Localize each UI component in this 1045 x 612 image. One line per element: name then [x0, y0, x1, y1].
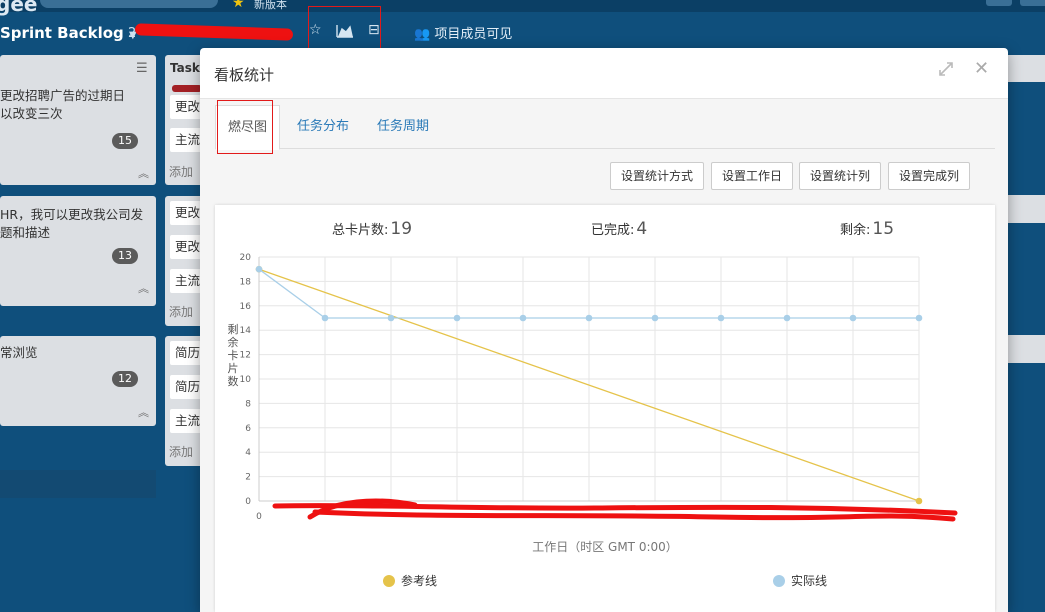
kanban-column: ☰ 更改招聘广告的过期日 以改变三次 15 ︽: [0, 55, 156, 185]
x-tick-label: 0: [256, 512, 262, 522]
burndown-chart-panel: 总卡片数: 19 已完成: 4 剩余: 15 0 2 4 6 8 10 12 14 16 18 20 0 剩…: [215, 205, 995, 612]
collapse-icon[interactable]: ︽: [138, 404, 149, 420]
data-point-actual: [717, 314, 725, 322]
y-tick-label: 0: [245, 497, 251, 507]
column-gap: [1008, 82, 1045, 195]
new-version-label[interactable]: 新版本: [254, 0, 287, 12]
data-point-actual: [849, 314, 857, 322]
card-title[interactable]: HR，我可以更改我公司发 题和描述: [0, 206, 143, 242]
stats-modal: 看板统计 ✕ 燃尽图 任务分布 任务周期 设置统计方式 设置工作日 设置统计列 …: [200, 48, 1008, 612]
data-point-actual: [321, 314, 329, 322]
kanban-column-task: Task 更改 主流 添加: [165, 55, 210, 185]
y-axis-label-char: 卡: [228, 349, 239, 362]
column-gap: [1008, 223, 1045, 335]
y-tick-label: 14: [240, 326, 252, 336]
legend-actual-label: 实际线: [791, 574, 828, 588]
set-stat-column-button[interactable]: 设置统计列: [799, 162, 882, 190]
redaction-mark: [134, 23, 294, 41]
data-point-reference: [915, 497, 923, 505]
collapse-icon[interactable]: ︽: [138, 165, 149, 181]
tab-task-cycle[interactable]: 任务周期: [365, 105, 441, 149]
app-logo[interactable]: gee: [0, 0, 37, 16]
close-icon[interactable]: ✕: [974, 58, 989, 79]
board-title[interactable]: Sprint Backlog ▼: [0, 24, 137, 42]
tab-bar: 燃尽图 任务分布 任务周期: [215, 105, 995, 150]
member-visibility[interactable]: 👥 项目成员可见: [414, 23, 512, 42]
expand-icon[interactable]: [937, 60, 955, 78]
data-point-actual: [651, 314, 659, 322]
kanban-column-task: 更改 更改 主流 添加: [165, 196, 210, 326]
board-title-label: Sprint Backlog: [0, 24, 124, 42]
column-gap: [1008, 363, 1045, 612]
y-axis-label-char: 剩: [228, 323, 239, 336]
card-count-badge: 12: [112, 371, 138, 387]
top-right-button[interactable]: [986, 0, 1012, 6]
y-tick-label: 2: [245, 473, 251, 483]
legend-reference-label: 参考线: [401, 574, 438, 588]
kanban-column-task: 简历 简历 主流 添加: [165, 336, 210, 466]
data-point-actual: [387, 314, 395, 322]
legend-reference-swatch: [383, 575, 395, 587]
column-color-bar: [172, 85, 202, 92]
new-version-star-icon: ★: [232, 0, 245, 11]
data-point-actual: [585, 314, 593, 322]
card-count-badge: 15: [112, 133, 138, 149]
y-tick-label: 4: [245, 448, 251, 458]
set-stat-method-button[interactable]: 设置统计方式: [610, 162, 705, 190]
y-tick-label: 20: [240, 253, 252, 263]
kanban-column: HR，我可以更改我公司发 题和描述 13 ︽: [0, 196, 156, 306]
legend-actual-swatch: [773, 575, 785, 587]
data-point-actual: [453, 314, 461, 322]
menu-icon[interactable]: ☰: [136, 61, 148, 76]
y-axis-label-char: 片: [228, 362, 239, 375]
column-header: Task: [170, 61, 200, 75]
set-done-column-button[interactable]: 设置完成列: [888, 162, 971, 190]
search-input[interactable]: [40, 0, 218, 8]
collapse-icon[interactable]: ︽: [138, 280, 149, 296]
highlight-box-tab: [217, 100, 273, 154]
users-icon: 👥: [414, 27, 431, 42]
legend-actual[interactable]: 实际线: [773, 572, 827, 589]
y-tick-label: 12: [240, 351, 251, 361]
redaction-mark: [312, 509, 956, 522]
y-axis-label-char: 数: [228, 375, 239, 388]
y-tick-label: 10: [240, 375, 252, 385]
legend-reference[interactable]: 参考线: [383, 572, 437, 589]
top-right-user-button[interactable]: [1020, 0, 1045, 6]
data-point-actual: [255, 265, 263, 273]
data-point-actual: [783, 314, 791, 322]
column-footer: [0, 470, 156, 498]
add-card-button[interactable]: 添加: [169, 303, 193, 320]
y-tick-label: 18: [240, 277, 252, 287]
set-workday-button[interactable]: 设置工作日: [711, 162, 794, 190]
card-title[interactable]: 更改招聘广告的过期日 以改变三次: [0, 87, 125, 123]
tab-task-distribution[interactable]: 任务分布: [285, 105, 361, 149]
kanban-column: 常浏览 12 ︽: [0, 336, 156, 426]
y-axis-label-char: 余: [228, 335, 239, 349]
x-axis-label: 工作日（时区 GMT 0:00）: [532, 540, 678, 554]
modal-title: 看板统计: [214, 66, 275, 84]
add-card-button[interactable]: 添加: [169, 443, 193, 460]
card-title[interactable]: 常浏览: [0, 344, 38, 362]
y-tick-label: 16: [240, 302, 252, 312]
y-tick-label: 8: [245, 399, 251, 409]
add-card-button[interactable]: 添加: [169, 163, 193, 180]
y-tick-label: 6: [245, 424, 251, 434]
card-count-badge: 13: [112, 248, 138, 264]
member-visibility-label: 项目成员可见: [434, 27, 513, 42]
data-point-actual: [915, 314, 923, 322]
data-point-actual: [519, 314, 527, 322]
